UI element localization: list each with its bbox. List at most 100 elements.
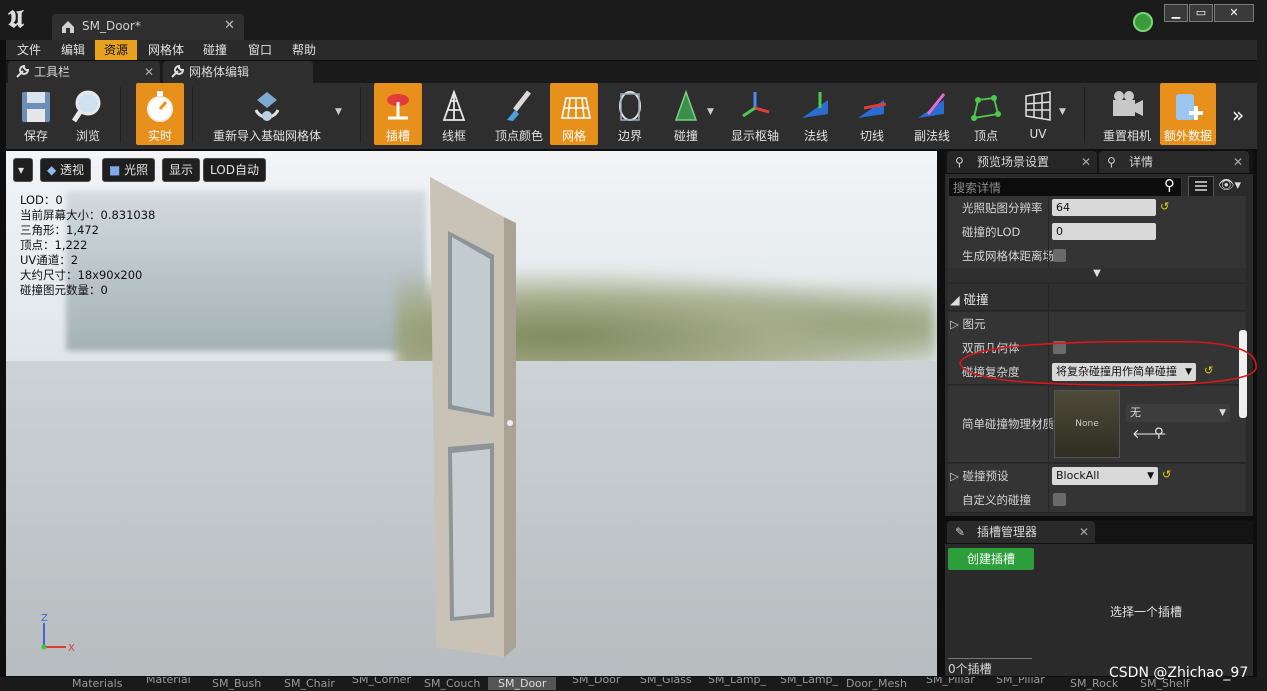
menu-edit[interactable]: 编辑 bbox=[52, 40, 94, 60]
save-button[interactable]: 保存 bbox=[12, 83, 60, 145]
asset-tile[interactable]: Materials bbox=[72, 677, 122, 690]
collision-lod-input[interactable]: 0 bbox=[1052, 223, 1156, 240]
menu-file[interactable]: 文件 bbox=[8, 40, 50, 60]
menu-asset[interactable]: 资源 bbox=[95, 40, 138, 60]
eye-icon[interactable]: 👁▾ bbox=[1218, 178, 1241, 193]
property-matrix-button[interactable] bbox=[1188, 176, 1214, 198]
wireframe-button[interactable]: 线框 bbox=[430, 83, 478, 145]
maximize-button[interactable]: ▭ bbox=[1189, 4, 1213, 22]
asset-tile[interactable]: Door_Mesh bbox=[846, 677, 907, 690]
advanced-expand-arrow-icon[interactable]: ▼ bbox=[948, 268, 1246, 282]
asset-tile[interactable]: SM_Pillar bbox=[926, 677, 975, 686]
menu-help[interactable]: 帮助 bbox=[283, 40, 325, 60]
asset-tile[interactable]: Material bbox=[146, 677, 191, 686]
paintbrush-icon bbox=[507, 90, 531, 121]
custom-collision-checkbox[interactable] bbox=[1053, 493, 1066, 506]
menu-window[interactable]: 窗口 bbox=[239, 40, 281, 60]
reset-to-default-icon[interactable]: ↺ bbox=[1160, 200, 1169, 213]
menu-mesh[interactable]: 网格体 bbox=[139, 40, 193, 60]
sockets-button[interactable]: 插槽 bbox=[374, 83, 422, 145]
perspective-button[interactable]: ◆ 透视 bbox=[40, 158, 92, 182]
tangents-button[interactable]: 切线 bbox=[848, 83, 896, 145]
close-window-button[interactable]: ✕ bbox=[1214, 4, 1254, 22]
mesh-viewport[interactable]: ▾ ◆ 透视 ■ 光照 显示 LOD自动 LOD：0 当前屏幕大小：0.8310… bbox=[6, 151, 937, 676]
realtime-button[interactable]: 实时 bbox=[136, 83, 184, 145]
vertex-color-button[interactable]: 顶点颜色 bbox=[488, 83, 550, 145]
row-primitives[interactable]: ▷ 图元 bbox=[948, 312, 1246, 337]
collision-preset-dropdown[interactable]: BlockAll ▼ bbox=[1052, 467, 1158, 485]
axis-gizmo-icon: Z X bbox=[41, 613, 75, 654]
minimize-button[interactable]: ▁ bbox=[1164, 4, 1188, 22]
browse-button[interactable]: 浏览 bbox=[64, 83, 112, 145]
document-tab[interactable]: SM_Door* ✕ bbox=[52, 14, 244, 40]
row-custom-collision: 自定义的碰撞 bbox=[948, 488, 1246, 513]
socket-count: 0个插槽 bbox=[948, 662, 992, 676]
collision-dropdown-arrow-icon[interactable]: ▼ bbox=[707, 107, 714, 117]
toolbar-overflow-icon[interactable]: » bbox=[1232, 103, 1244, 127]
close-tab-icon[interactable]: ✕ bbox=[224, 18, 235, 33]
binormals-button[interactable]: 副法线 bbox=[904, 83, 960, 145]
viewport-options-button[interactable]: ▾ bbox=[13, 158, 33, 182]
tab-preview-scene-settings[interactable]: ⚲ 预览场景设置 ✕ bbox=[947, 151, 1097, 173]
asset-tile[interactable]: SM_Glass bbox=[640, 677, 692, 686]
vertices-icon bbox=[971, 95, 1001, 121]
asset-tile[interactable]: SM_Lamp_ bbox=[708, 677, 766, 686]
door-mesh[interactable] bbox=[424, 177, 524, 657]
asset-tile-selected[interactable]: SM_Door bbox=[488, 677, 557, 690]
stat-lod: LOD：0 bbox=[20, 193, 63, 207]
menu-collision[interactable]: 碰撞 bbox=[194, 40, 236, 60]
tab-socket-manager[interactable]: ✎ 插槽管理器 ✕ bbox=[947, 521, 1095, 543]
bounds-button[interactable]: 边界 bbox=[606, 83, 654, 145]
unreal-logo-icon[interactable]: 𝖀 bbox=[8, 4, 38, 34]
tab-mesh-edit[interactable]: 网格体编辑 bbox=[163, 61, 313, 83]
browse-search-icon[interactable]: ⚲ bbox=[1154, 426, 1164, 441]
source-control-status-icon[interactable] bbox=[1133, 12, 1153, 32]
uv-button[interactable]: UV bbox=[1014, 83, 1062, 145]
chevron-down-icon: ▼ bbox=[1147, 471, 1154, 481]
grid-button[interactable]: 网格 bbox=[550, 83, 598, 145]
row-simple-collision-physical-material: 简单碰撞物理材质 None 无 ▼ 🡐 ⚲ bbox=[948, 386, 1246, 463]
tab-details[interactable]: ⚲ 详情 ✕ bbox=[1099, 151, 1249, 173]
lightmap-resolution-input[interactable]: 64 bbox=[1052, 199, 1156, 216]
asset-tile[interactable]: SM_Pillar bbox=[996, 677, 1045, 686]
details-search-input[interactable]: 搜索详情 bbox=[948, 177, 1182, 197]
collision-button[interactable]: 碰撞 bbox=[662, 83, 710, 145]
asset-tile[interactable]: SM_Chair bbox=[284, 677, 335, 690]
physical-material-thumbnail[interactable]: None bbox=[1054, 390, 1120, 458]
red-annotation-ellipse bbox=[959, 340, 1257, 386]
close-tab-icon[interactable]: ✕ bbox=[1079, 521, 1089, 543]
reimport-base-mesh-button[interactable]: 重新导入基础网格体 bbox=[206, 83, 328, 145]
content-browser-strip: Materials Material SM_Bush SM_Chair SM_C… bbox=[0, 677, 1267, 691]
lit-button[interactable]: ■ 光照 bbox=[102, 158, 156, 182]
show-button[interactable]: 显示 bbox=[162, 158, 201, 182]
physical-material-dropdown[interactable]: 无 ▼ bbox=[1126, 404, 1230, 422]
reset-camera-button[interactable]: 重置相机 bbox=[1096, 83, 1158, 145]
additional-data-button[interactable]: 额外数据 bbox=[1160, 83, 1216, 145]
show-pivot-button[interactable]: 显示枢轴 bbox=[724, 83, 786, 145]
vertices-button[interactable]: 顶点 bbox=[962, 83, 1010, 145]
asset-tile[interactable]: SM_Couch bbox=[424, 677, 480, 690]
create-socket-button[interactable]: 创建插槽 bbox=[948, 548, 1034, 570]
section-collision-header[interactable]: ◢ 碰撞 bbox=[948, 284, 1246, 311]
asset-tile[interactable]: SM_Corner bbox=[352, 677, 411, 686]
asset-tile[interactable]: SM_Door bbox=[572, 677, 620, 686]
close-tab-icon[interactable]: ✕ bbox=[1081, 151, 1091, 173]
uv-dropdown-arrow-icon[interactable]: ▼ bbox=[1059, 107, 1066, 117]
generate-distance-field-checkbox[interactable] bbox=[1053, 249, 1066, 262]
collision-icon bbox=[674, 89, 698, 121]
menu-bar: 文件 编辑 资源 网格体 碰撞 窗口 帮助 bbox=[6, 40, 1257, 60]
reset-to-default-icon[interactable]: ↺ bbox=[1162, 468, 1171, 481]
tab-toolbar[interactable]: 工具栏 ✕ bbox=[8, 61, 160, 83]
list-icon bbox=[1195, 181, 1207, 191]
divider bbox=[948, 658, 1032, 659]
reimport-dropdown-arrow-icon[interactable]: ▼ bbox=[335, 107, 342, 117]
document-tab-title: SM_Door* bbox=[82, 19, 141, 33]
close-tab-icon[interactable]: ✕ bbox=[144, 61, 154, 83]
details-tab-bar: ⚲ 预览场景设置 ✕ ⚲ 详情 ✕ bbox=[945, 151, 1253, 173]
close-tab-icon[interactable]: ✕ bbox=[1233, 151, 1243, 173]
wrench-icon bbox=[16, 64, 30, 78]
lod-auto-button[interactable]: LOD自动 bbox=[203, 158, 266, 182]
asset-tile[interactable]: SM_Lamp_ bbox=[780, 677, 838, 686]
asset-tile[interactable]: SM_Bush bbox=[212, 677, 261, 690]
normals-button[interactable]: 法线 bbox=[792, 83, 840, 145]
